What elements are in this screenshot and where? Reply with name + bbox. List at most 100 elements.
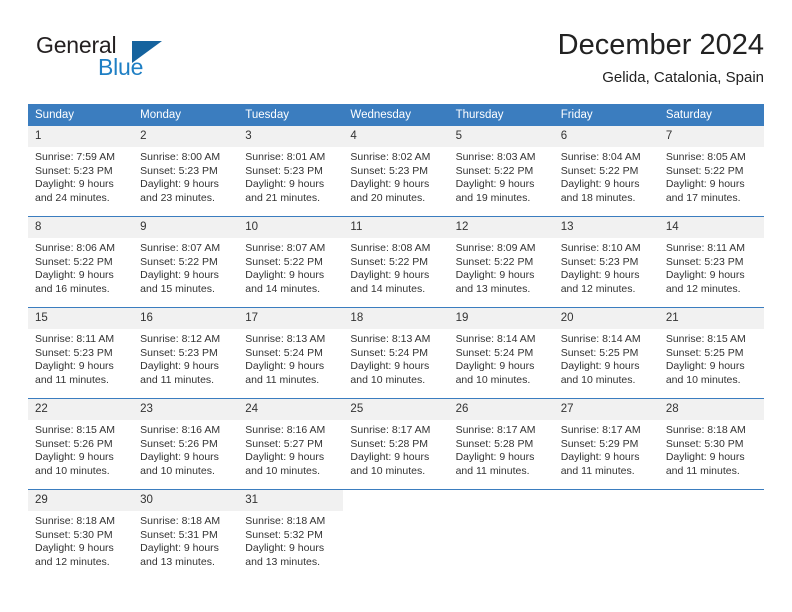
day-cell[interactable]: 20 Sunrise: 8:14 AM Sunset: 5:25 PM Dayligh… bbox=[553, 308, 659, 398]
calendar-cell: 12 Sunrise: 8:09 AM Sunset: 5:22 PM Dayligh… bbox=[448, 216, 554, 308]
day-cell[interactable]: 24 Sunrise: 8:16 AM Sunset: 5:27 PM Dayligh… bbox=[238, 399, 344, 489]
sunrise-text: Sunrise: 8:14 AM bbox=[560, 333, 641, 345]
day-number: 23 bbox=[133, 399, 239, 420]
calendar-cell: 2 Sunrise: 8:00 AM Sunset: 5:23 PM Daylight… bbox=[133, 126, 239, 217]
day-cell[interactable]: 6 Sunrise: 8:04 AM Sunset: 5:22 PM Daylight… bbox=[553, 126, 659, 216]
day-details: Sunrise: 8:14 AM Sunset: 5:25 PM Daylight:… bbox=[554, 329, 659, 387]
day-cell[interactable]: 5 Sunrise: 8:03 AM Sunset: 5:22 PM Daylight… bbox=[448, 126, 554, 216]
sunrise-text: Sunrise: 8:11 AM bbox=[35, 333, 115, 345]
day-cell[interactable]: 23 Sunrise: 8:16 AM Sunset: 5:26 PM Dayligh… bbox=[133, 399, 239, 489]
day-cell[interactable]: 25 Sunrise: 8:17 AM Sunset: 5:28 PM Dayligh… bbox=[343, 399, 449, 489]
sunset-text: Sunset: 5:31 PM bbox=[140, 528, 218, 541]
calendar-cell: 15 Sunrise: 8:11 AM Sunset: 5:23 PM Dayligh… bbox=[28, 307, 134, 399]
sunrise-text: Sunrise: 8:11 AM bbox=[665, 242, 746, 254]
day-cell[interactable]: 15 Sunrise: 8:11 AM Sunset: 5:23 PM Dayligh… bbox=[28, 308, 134, 398]
general-blue-logo[interactable]: General Blue bbox=[36, 32, 236, 88]
daylight-text-line2: and 10 minutes. bbox=[245, 464, 320, 477]
day-number: 5 bbox=[448, 126, 554, 147]
daylight-text-line1: Daylight: 9 hours bbox=[35, 451, 114, 463]
day-number: 2 bbox=[133, 126, 239, 147]
calendar-cell: 25 Sunrise: 8:17 AM Sunset: 5:28 PM Dayligh… bbox=[343, 398, 449, 490]
day-number: 12 bbox=[448, 217, 554, 238]
day-number: 11 bbox=[343, 217, 449, 238]
sunrise-text: Sunrise: 8:17 AM bbox=[350, 424, 431, 436]
day-cell[interactable]: 28 Sunrise: 8:18 AM Sunset: 5:30 PM Dayligh… bbox=[658, 399, 764, 489]
sunrise-text: Sunrise: 8:06 AM bbox=[35, 242, 115, 254]
day-cell[interactable]: 26 Sunrise: 8:17 AM Sunset: 5:28 PM Dayligh… bbox=[448, 399, 554, 489]
calendar-cell: 9 Sunrise: 8:07 AM Sunset: 5:22 PM Daylight… bbox=[133, 216, 239, 308]
day-cell[interactable]: 16 Sunrise: 8:12 AM Sunset: 5:23 PM Dayligh… bbox=[133, 308, 239, 398]
day-cell[interactable]: 7 Sunrise: 8:05 AM Sunset: 5:22 PM Daylight… bbox=[658, 126, 764, 216]
calendar-cell: 5 Sunrise: 8:03 AM Sunset: 5:22 PM Daylight… bbox=[448, 126, 554, 217]
sunrise-text: Sunrise: 8:17 AM bbox=[455, 424, 536, 436]
daylight-text-line2: and 10 minutes. bbox=[455, 373, 531, 386]
day-cell[interactable]: 11 Sunrise: 8:08 AM Sunset: 5:22 PM Dayligh… bbox=[343, 217, 449, 307]
weekday-header-tuesday: Tuesday bbox=[238, 104, 344, 126]
day-cell[interactable]: 10 Sunrise: 8:07 AM Sunset: 5:22 PM Dayligh… bbox=[238, 217, 344, 307]
day-cell[interactable]: 14 Sunrise: 8:11 AM Sunset: 5:23 PM Dayligh… bbox=[658, 217, 764, 307]
daylight-text-line2: and 11 minutes. bbox=[140, 373, 215, 386]
calendar-cell: 17 Sunrise: 8:13 AM Sunset: 5:24 PM Dayligh… bbox=[238, 307, 344, 399]
day-cell bbox=[449, 490, 554, 580]
sunrise-text: Sunrise: 8:00 AM bbox=[140, 151, 221, 163]
day-cell[interactable]: 22 Sunrise: 8:15 AM Sunset: 5:26 PM Dayligh… bbox=[28, 399, 134, 489]
day-cell[interactable]: 2 Sunrise: 8:00 AM Sunset: 5:23 PM Daylight… bbox=[133, 126, 239, 216]
sunrise-text: Sunrise: 8:13 AM bbox=[245, 333, 326, 345]
sunrise-text: Sunrise: 8:18 AM bbox=[140, 515, 221, 527]
day-details: Sunrise: 8:07 AM Sunset: 5:22 PM Daylight:… bbox=[133, 238, 238, 296]
daylight-text-line2: and 12 minutes. bbox=[35, 555, 110, 568]
sunrise-text: Sunrise: 8:18 AM bbox=[665, 424, 746, 436]
sunset-text: Sunset: 5:22 PM bbox=[665, 164, 744, 177]
day-number: 19 bbox=[448, 308, 554, 329]
day-details: Sunrise: 8:04 AM Sunset: 5:22 PM Daylight:… bbox=[554, 147, 659, 205]
daylight-text-line1: Daylight: 9 hours bbox=[35, 269, 114, 281]
day-cell[interactable]: 18 Sunrise: 8:13 AM Sunset: 5:24 PM Dayligh… bbox=[343, 308, 449, 398]
day-number: 29 bbox=[28, 490, 134, 511]
sunrise-sunset-calendar: Sunday Monday Tuesday Wednesday Thursday… bbox=[28, 104, 764, 580]
sunset-text: Sunset: 5:25 PM bbox=[665, 346, 744, 359]
day-cell[interactable]: 8 Sunrise: 8:06 AM Sunset: 5:22 PM Daylight… bbox=[28, 217, 134, 307]
daylight-text-line1: Daylight: 9 hours bbox=[455, 178, 535, 190]
day-cell[interactable]: 21 Sunrise: 8:15 AM Sunset: 5:25 PM Dayligh… bbox=[658, 308, 764, 398]
day-number: 25 bbox=[343, 399, 449, 420]
sunset-text: Sunset: 5:24 PM bbox=[350, 346, 429, 359]
day-cell[interactable]: 27 Sunrise: 8:17 AM Sunset: 5:29 PM Dayligh… bbox=[553, 399, 659, 489]
daylight-text-line1: Daylight: 9 hours bbox=[245, 451, 325, 463]
day-details: Sunrise: 8:16 AM Sunset: 5:26 PM Daylight:… bbox=[133, 420, 238, 478]
day-cell[interactable]: 1 Sunrise: 7:59 AM Sunset: 5:23 PM Daylight… bbox=[28, 126, 134, 216]
calendar-cell: 26 Sunrise: 8:17 AM Sunset: 5:28 PM Dayligh… bbox=[448, 398, 554, 490]
day-cell[interactable]: 12 Sunrise: 8:09 AM Sunset: 5:22 PM Dayligh… bbox=[448, 217, 554, 307]
day-details bbox=[343, 511, 448, 515]
daylight-text-line2: and 11 minutes. bbox=[560, 464, 635, 477]
day-cell[interactable]: 3 Sunrise: 8:01 AM Sunset: 5:23 PM Daylight… bbox=[238, 126, 344, 216]
day-cell[interactable]: 9 Sunrise: 8:07 AM Sunset: 5:22 PM Daylight… bbox=[133, 217, 239, 307]
day-number: 3 bbox=[238, 126, 344, 147]
day-number: 26 bbox=[448, 399, 554, 420]
day-cell[interactable]: 4 Sunrise: 8:02 AM Sunset: 5:23 PM Daylight… bbox=[343, 126, 449, 216]
calendar-cell: 28 Sunrise: 8:18 AM Sunset: 5:30 PM Dayligh… bbox=[658, 398, 764, 490]
day-cell[interactable]: 19 Sunrise: 8:14 AM Sunset: 5:24 PM Dayligh… bbox=[448, 308, 554, 398]
day-cell[interactable]: 30 Sunrise: 8:18 AM Sunset: 5:31 PM Dayligh… bbox=[133, 490, 239, 580]
calendar-cell: 31 Sunrise: 8:18 AM Sunset: 5:32 PM Dayligh… bbox=[238, 489, 344, 580]
sunrise-text: Sunrise: 8:07 AM bbox=[245, 242, 326, 254]
day-cell[interactable]: 17 Sunrise: 8:13 AM Sunset: 5:24 PM Dayligh… bbox=[238, 308, 344, 398]
sunrise-text: Sunrise: 8:01 AM bbox=[245, 151, 326, 163]
day-cell[interactable]: 13 Sunrise: 8:10 AM Sunset: 5:23 PM Dayligh… bbox=[553, 217, 659, 307]
day-details: Sunrise: 8:10 AM Sunset: 5:23 PM Daylight:… bbox=[554, 238, 659, 296]
sunrise-text: Sunrise: 8:18 AM bbox=[35, 515, 115, 527]
calendar-cell bbox=[553, 489, 659, 580]
sunrise-text: Sunrise: 8:08 AM bbox=[350, 242, 431, 254]
calendar-cell: 14 Sunrise: 8:11 AM Sunset: 5:23 PM Dayligh… bbox=[658, 216, 764, 308]
daylight-text-line1: Daylight: 9 hours bbox=[455, 451, 535, 463]
daylight-text-line2: and 10 minutes. bbox=[560, 373, 636, 386]
sunrise-text: Sunrise: 8:16 AM bbox=[245, 424, 326, 436]
day-number: 16 bbox=[133, 308, 239, 329]
title-block: December 2024 Gelida, Catalonia, Spain bbox=[558, 28, 764, 88]
day-cell[interactable]: 29 Sunrise: 8:18 AM Sunset: 5:30 PM Dayligh… bbox=[28, 490, 134, 580]
page-header: General Blue December 2024 Gelida, Catal… bbox=[28, 28, 764, 98]
daylight-text-line2: and 18 minutes. bbox=[560, 191, 636, 204]
day-number: 17 bbox=[238, 308, 344, 329]
daylight-text-line2: and 19 minutes. bbox=[455, 191, 531, 204]
day-cell[interactable]: 31 Sunrise: 8:18 AM Sunset: 5:32 PM Dayligh… bbox=[238, 490, 344, 580]
daylight-text-line1: Daylight: 9 hours bbox=[665, 360, 745, 372]
